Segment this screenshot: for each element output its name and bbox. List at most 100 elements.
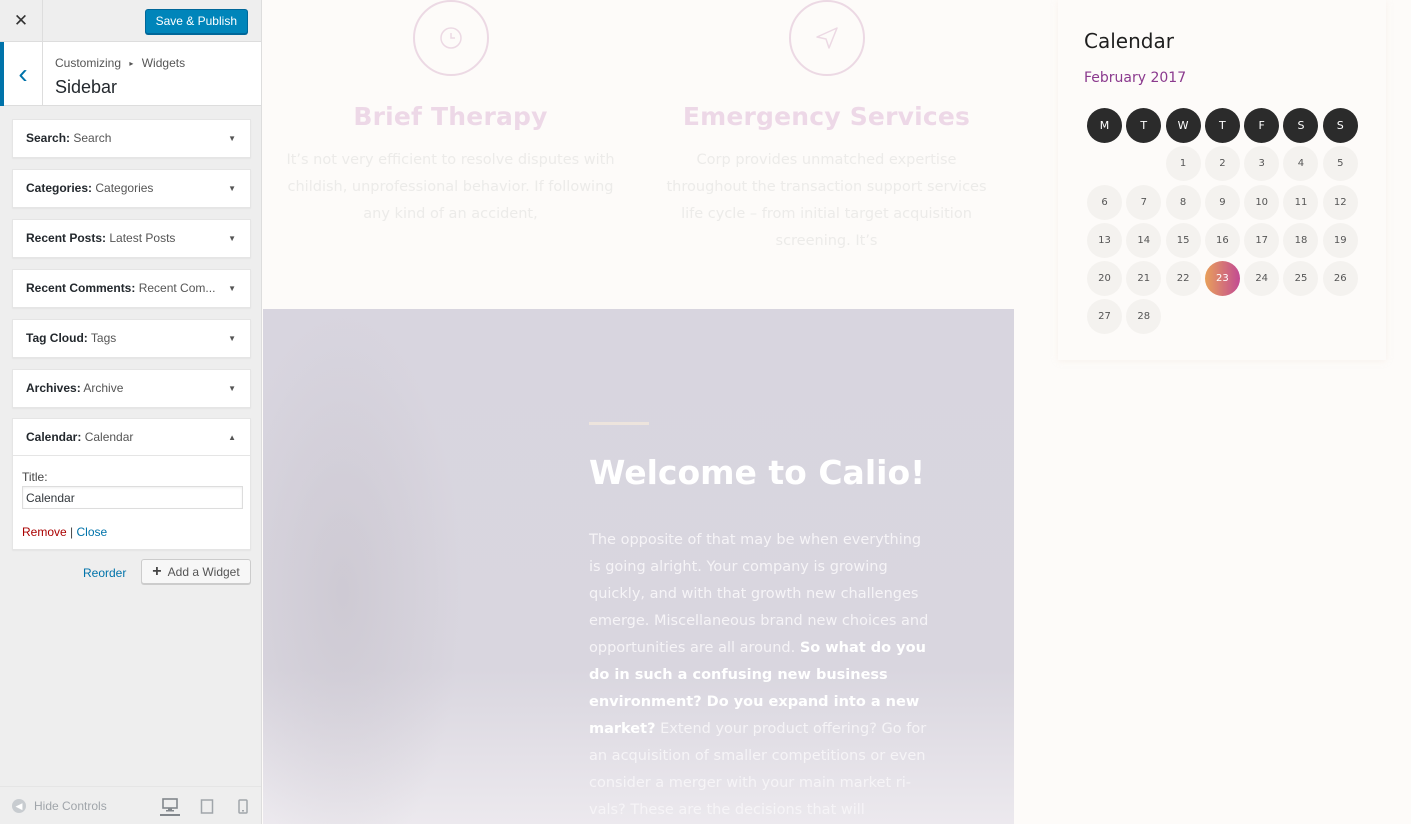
calendar-day[interactable]: 27 — [1087, 299, 1122, 335]
widget-title: Tags — [90, 331, 117, 345]
tablet-preview-button[interactable] — [197, 796, 217, 816]
calendar-day[interactable]: 4 — [1283, 146, 1319, 182]
calendar-day[interactable]: 26 — [1322, 261, 1358, 297]
title-accent-line — [589, 422, 649, 425]
calendar-day[interactable]: 13 — [1087, 222, 1122, 258]
caret-down-icon[interactable]: ▼ — [228, 370, 236, 407]
add-widget-button[interactable]: + Add a Widget — [141, 559, 251, 584]
widget-header[interactable]: Recent Comments: Recent Com... ▼ — [13, 270, 250, 307]
plus-icon: + — [152, 562, 162, 580]
calendar-day[interactable]: 25 — [1283, 261, 1319, 297]
calendar-widget: Calendar February 2017 MTWTFSS1234567891… — [1058, 0, 1386, 360]
caret-down-icon[interactable]: ▼ — [228, 220, 236, 257]
widget-title: Archive — [83, 381, 124, 395]
welcome-text: The opposite of that may be when everyth… — [589, 527, 935, 824]
calendar-day[interactable]: 24 — [1244, 261, 1280, 297]
calendar-day[interactable]: 21 — [1126, 261, 1162, 297]
service-card: Emergency Services Corp provides unmatch… — [654, 0, 999, 255]
widget-recent-posts[interactable]: Recent Posts: Latest Posts ▼ — [12, 219, 251, 258]
welcome-section: Welcome to Calio! The opposite of that m… — [263, 309, 1014, 824]
calendar-day[interactable]: 17 — [1244, 222, 1280, 258]
calendar-day[interactable]: 28 — [1126, 299, 1162, 335]
service-text: It’s not very efficient to resolve dispu… — [286, 152, 615, 222]
calendar-day[interactable]: 3 — [1244, 146, 1280, 182]
paper-plane-icon — [788, 0, 865, 76]
widget-title: Recent Com... — [138, 281, 216, 295]
service-title: Emergency Services — [682, 102, 971, 131]
calendar-weekday: F — [1244, 108, 1280, 143]
calendar-day[interactable]: 2 — [1204, 146, 1240, 182]
customizer-panel: ✕ Save & Publish ‹ Customizing ▸ Widgets… — [0, 0, 262, 824]
background-image — [263, 309, 463, 824]
desktop-preview-button[interactable] — [160, 796, 180, 816]
widget-header[interactable]: Categories: Categories ▼ — [13, 170, 250, 207]
widget-header[interactable]: Tag Cloud: Tags ▼ — [13, 320, 250, 357]
back-button[interactable]: ‹ — [0, 42, 43, 106]
calendar-day[interactable]: 18 — [1283, 222, 1319, 258]
close-icon: ✕ — [13, 11, 29, 30]
widget-header[interactable]: Archives: Archive ▼ — [13, 370, 250, 407]
caret-down-icon[interactable]: ▼ — [228, 120, 236, 157]
widget-form: Title: Remove | Close — [13, 456, 250, 549]
service-text: Corp provides unmatched expertise throug… — [666, 152, 987, 249]
calendar-day[interactable]: 10 — [1244, 184, 1280, 220]
close-customizer-button[interactable]: ✕ — [0, 0, 43, 42]
chevron-left-icon: ‹ — [18, 58, 28, 89]
welcome-text-part: The opposite of that may be when everyth… — [589, 532, 929, 656]
widget-type: Calendar: — [26, 430, 82, 444]
caret-down-icon[interactable]: ▼ — [228, 170, 236, 207]
save-publish-button[interactable]: Save & Publish — [144, 9, 248, 34]
widget-header[interactable]: Search: Search ▼ — [13, 120, 250, 157]
title-input[interactable] — [22, 486, 243, 509]
calendar-empty-cell — [1126, 146, 1161, 181]
widget-title: Calendar — [84, 430, 134, 444]
customizer-footer: ◀ Hide Controls — [0, 786, 261, 824]
calendar-day[interactable]: 22 — [1165, 261, 1201, 297]
calendar-weekday: S — [1322, 108, 1358, 143]
widget-categories[interactable]: Categories: Categories ▼ — [12, 169, 251, 208]
widget-tag-cloud[interactable]: Tag Cloud: Tags ▼ — [12, 319, 251, 358]
calendar-title: Calendar — [1084, 29, 1174, 53]
widget-archives[interactable]: Archives: Archive ▼ — [12, 369, 251, 408]
widget-calendar[interactable]: Calendar: Calendar ▲ Title: Remove | Clo… — [12, 418, 251, 550]
calendar-day[interactable]: 6 — [1087, 184, 1122, 220]
widget-actions: Remove | Close — [22, 525, 241, 539]
widget-type: Categories: — [26, 181, 93, 195]
widget-type: Recent Comments: — [26, 281, 136, 295]
calendar-day[interactable]: 11 — [1283, 184, 1319, 220]
section-title: Sidebar — [55, 77, 118, 97]
calendar-day[interactable]: 14 — [1126, 222, 1162, 258]
calendar-day[interactable]: 1 — [1165, 146, 1201, 182]
reorder-link[interactable]: Reorder — [83, 566, 126, 580]
calendar-weekday: M — [1087, 108, 1122, 143]
breadcrumb: Customizing ▸ Widgets — [55, 56, 185, 70]
calendar-day[interactable]: 19 — [1322, 222, 1358, 258]
widget-header[interactable]: Calendar: Calendar ▲ — [13, 419, 250, 456]
calendar-day[interactable]: 5 — [1322, 146, 1358, 182]
remove-link[interactable]: Remove — [22, 525, 67, 539]
calendar-day[interactable]: 20 — [1087, 261, 1122, 297]
tablet-icon — [200, 798, 214, 814]
breadcrumb-separator-icon: ▸ — [129, 59, 134, 68]
calendar-day-today[interactable]: 23 — [1204, 261, 1240, 297]
customizer-header: ✕ Save & Publish — [0, 0, 261, 42]
caret-down-icon[interactable]: ▼ — [228, 270, 236, 307]
close-link[interactable]: Close — [77, 525, 108, 539]
breadcrumb-item: Widgets — [141, 56, 186, 70]
widget-type: Tag Cloud: — [26, 331, 88, 345]
widget-search[interactable]: Search: Search ▼ — [12, 119, 251, 158]
caret-down-icon[interactable]: ▼ — [228, 320, 236, 357]
calendar-day[interactable]: 7 — [1126, 184, 1162, 220]
calendar-day[interactable]: 16 — [1204, 222, 1240, 258]
hide-controls-button[interactable]: ◀ Hide Controls — [12, 799, 107, 813]
widget-header[interactable]: Recent Posts: Latest Posts ▼ — [13, 220, 250, 257]
mobile-preview-button[interactable] — [233, 796, 253, 816]
breadcrumb-item: Customizing — [55, 56, 122, 70]
widget-recent-comments[interactable]: Recent Comments: Recent Com... ▼ — [12, 269, 251, 308]
calendar-day[interactable]: 12 — [1322, 184, 1358, 220]
calendar-day[interactable]: 9 — [1204, 184, 1240, 220]
calendar-day[interactable]: 8 — [1165, 184, 1201, 220]
caret-up-icon[interactable]: ▲ — [228, 419, 236, 456]
service-card: Brief Therapy It’s not very efficient to… — [278, 0, 623, 228]
calendar-day[interactable]: 15 — [1165, 222, 1201, 258]
